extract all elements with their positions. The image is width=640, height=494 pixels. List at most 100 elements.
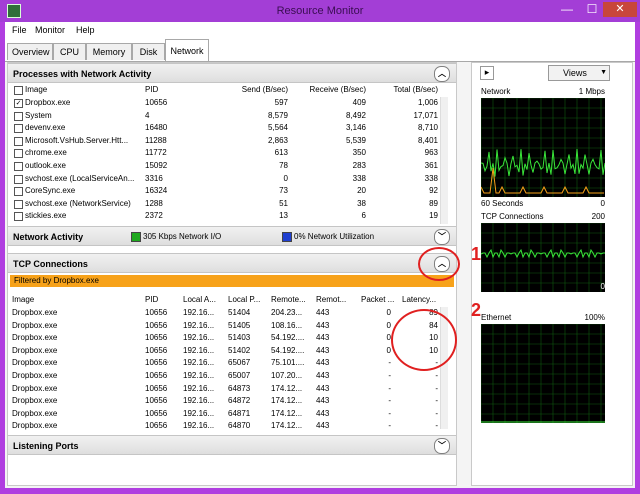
table-row[interactable]: outlook.exe 15092 78 283 361 [8,160,448,172]
processes-header-row: Image PID Send (B/sec) Receive (B/sec) T… [8,83,448,97]
cell-remote-address: 174.12... [271,383,303,393]
cell-packet-loss: 0 [386,345,391,355]
cell-remote-port: 443 [316,383,330,393]
row-checkbox[interactable] [14,124,23,134]
col-pid[interactable]: PID [145,83,158,97]
cell-pid: 10656 [145,98,168,107]
row-checkbox[interactable] [14,199,23,209]
cell-image: CoreSync.exe [25,186,76,196]
row-checkbox[interactable] [14,136,23,146]
menu-help[interactable]: Help [76,25,95,35]
tcp-section-header[interactable]: TCP Connections ︿ [8,253,456,273]
table-row[interactable]: Dropbox.exe 10656 192.16... 65007 107.20... 4… [8,370,448,382]
table-row[interactable]: Dropbox.exe 10656 192.16... 64871 174.12... 4… [8,408,448,420]
col-local-address[interactable]: Local A... [183,293,216,307]
cell-remote-port: 443 [316,408,330,418]
table-row[interactable]: Dropbox.exe 10656 192.16... 51402 54.192....… [8,345,448,357]
select-all-checkbox[interactable] [14,86,23,95]
processes-section-header[interactable]: Processes with Network Activity ︿ [8,63,456,83]
cell-pid: 10656 [145,421,168,431]
menu-file[interactable]: File [12,25,27,35]
table-row[interactable]: Dropbox.exe 10656 192.16... 51403 54.192....… [8,332,448,344]
processes-scrollbar[interactable] [440,97,448,224]
col-remote-address[interactable]: Remote... [271,293,306,307]
cell-local-address: 192.16... [183,383,215,393]
resource-monitor-window: Resource Monitor — ☐ ✕ File Monitor Help… [0,0,640,494]
tab-network[interactable]: Network [165,39,209,61]
col-send[interactable]: Send (B/sec) [208,83,288,97]
cell-receive: 409 [352,98,366,107]
cell-pid: 10656 [145,333,168,343]
expand-arrow-icon[interactable]: ▸ [480,66,494,80]
table-row[interactable]: Dropbox.exe 10656 192.16... 64873 174.12... 4… [8,383,448,395]
table-row[interactable]: Dropbox.exe 10656 192.16... 64872 174.12... 4… [8,395,448,407]
tab-disk[interactable]: Disk [132,43,165,60]
table-row[interactable]: svchost.exe (LocalServiceAn... 3316 0 338 33… [8,173,448,185]
col-receive[interactable]: Receive (B/sec) [298,83,366,97]
row-checkbox[interactable] [14,174,23,184]
cell-remote-address: 107.20... [271,371,303,380]
col-packet-loss[interactable]: Packet ... [361,293,394,307]
col-image[interactable]: Image [25,83,47,97]
network-utilization-legend-icon [282,232,292,242]
table-row[interactable]: ✓ Dropbox.exe 10656 597 409 1,006 [8,97,448,109]
cell-receive: 20 [357,186,366,196]
row-checkbox[interactable] [14,111,23,121]
cell-image: Dropbox.exe [12,320,58,330]
table-row[interactable]: Dropbox.exe 10656 192.16... 51405 108.16... 4… [8,320,448,332]
col-total[interactable]: Total (B/sec) [376,83,438,97]
graph-trace [481,167,604,194]
graph-trace [481,248,605,259]
cell-remote-port: 443 [316,358,330,368]
col-latency[interactable]: Latency... [402,293,436,307]
col-image[interactable]: Image [12,293,34,307]
row-checkbox[interactable] [14,162,23,171]
chevron-down-icon[interactable]: ﹀ [434,229,450,245]
cell-receive: 5,539 [345,135,366,145]
maximize-button[interactable]: ☐ [581,2,603,17]
table-row[interactable]: CoreSync.exe 16324 73 20 92 [8,185,448,197]
row-checkbox[interactable] [14,212,23,222]
col-remote-port[interactable]: Remot... [316,293,346,307]
table-row[interactable]: Dropbox.exe 10656 192.16... 51404 204.23... 4… [8,307,448,319]
table-row[interactable]: Microsoft.VsHub.Server.Htt... 11288 2,863 5… [8,135,448,147]
cell-remote-address: 54.192.... [271,333,305,343]
tcp-graph [481,223,605,292]
row-checkbox[interactable] [14,149,23,159]
table-row[interactable]: chrome.exe 11772 613 350 963 [8,147,448,159]
close-button[interactable]: ✕ [603,2,637,17]
cell-packet-loss: - [388,396,391,406]
table-row[interactable]: devenv.exe 16480 5,564 3,146 8,710 [8,122,448,134]
col-local-port[interactable]: Local P... [228,293,260,307]
row-checkbox[interactable] [14,187,23,197]
table-row[interactable]: stickies.exe 2372 13 6 19 [8,210,448,222]
table-row[interactable]: System 4 8,579 8,492 17,071 [8,110,448,122]
annotation-circle [391,309,457,371]
row-checkbox[interactable]: ✓ [14,99,23,108]
menu-monitor[interactable]: Monitor [35,25,65,35]
network-utilization-text: 0% Network Utilization [294,232,375,241]
cell-total: 8,710 [417,123,438,133]
cell-packet-loss: 0 [386,320,391,330]
cell-receive: 350 [352,148,366,158]
cell-local-address: 192.16... [183,333,215,343]
chevron-up-icon[interactable]: ︿ [434,66,450,82]
listening-ports-section-header[interactable]: Listening Ports ﹀ [8,435,456,455]
tab-overview[interactable]: Overview [7,43,53,60]
cell-receive: 38 [357,198,366,208]
table-row[interactable]: Dropbox.exe 10656 192.16... 65067 75.101....… [8,357,448,369]
minimize-button[interactable]: — [556,2,578,17]
tab-cpu[interactable]: CPU [53,43,86,60]
table-row[interactable]: Dropbox.exe 10656 192.16... 64870 174.12... 4… [8,420,448,432]
tab-memory[interactable]: Memory [86,43,132,60]
cell-remote-address: 174.12... [271,421,303,431]
views-dropdown[interactable]: Views ▼ [548,65,610,81]
network-activity-section-header[interactable]: Network Activity 305 Kbps Network I/O 0%… [8,226,456,246]
network-graph [481,98,605,197]
cell-packet-loss: - [388,383,391,393]
col-pid[interactable]: PID [145,293,158,307]
cell-pid: 2372 [145,211,163,221]
cell-local-port: 64871 [228,408,251,418]
table-row[interactable]: svchost.exe (NetworkService) 1288 51 38 89 [8,198,448,210]
chevron-down-icon[interactable]: ﹀ [434,438,450,454]
